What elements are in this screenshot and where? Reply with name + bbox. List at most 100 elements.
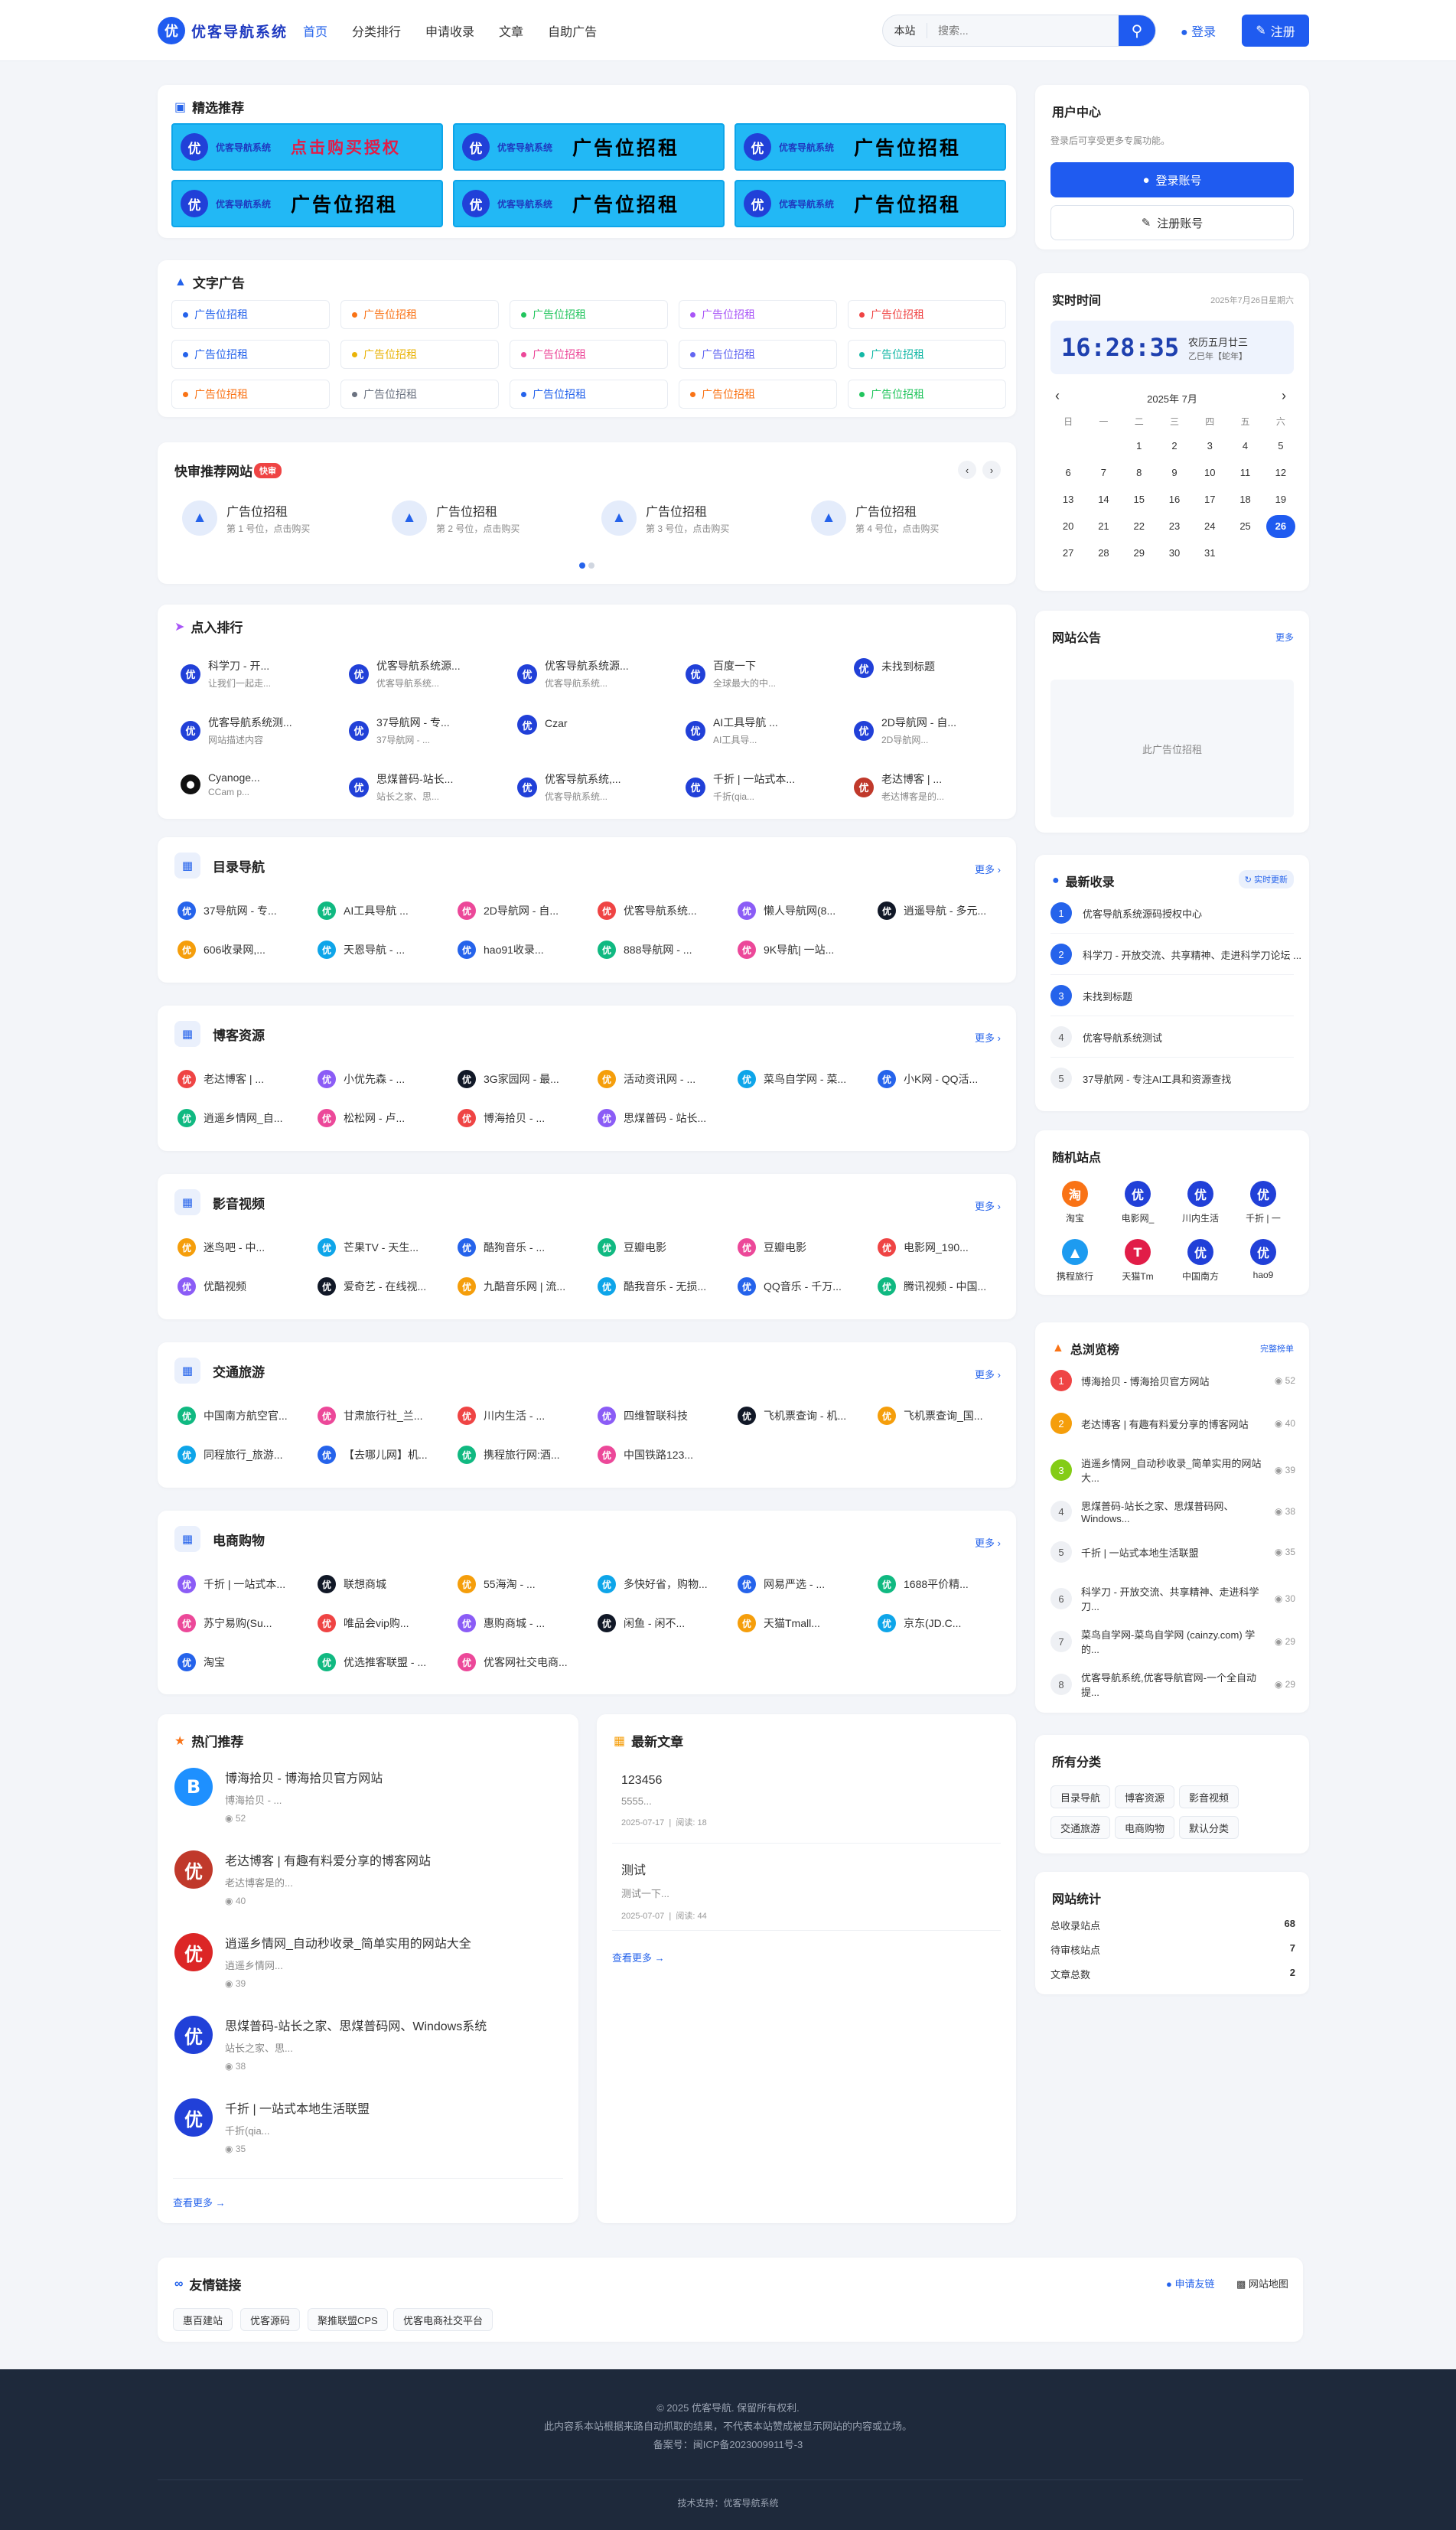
register-account-button[interactable]: ✎ 注册账号 (1050, 205, 1294, 240)
search-input[interactable] (927, 24, 1119, 37)
site-link[interactable]: 优网易严选 - ... (738, 1575, 825, 1593)
random-site[interactable]: 优中国南方 (1178, 1239, 1223, 1283)
text-ad-link[interactable]: 广告位招租 (848, 300, 1006, 329)
site-link[interactable]: 优飞机票查询 - 机... (738, 1407, 846, 1425)
site-link[interactable]: 优 QQ音乐 - 千万... (738, 1277, 842, 1296)
random-site[interactable]: 优 hao9 (1240, 1239, 1286, 1280)
calendar-day[interactable]: 9 (1157, 459, 1192, 486)
calendar-day[interactable]: 24 (1192, 513, 1227, 540)
category-more-link[interactable]: 更多 › (975, 1198, 1001, 1213)
hot-item[interactable]: B 博海拾贝 - 博海拾贝官方网站 博海拾贝 - ... ◉ 52 (174, 1768, 383, 1824)
calendar-day[interactable]: 6 (1050, 459, 1086, 486)
site-link[interactable]: 优博海拾贝 - ... (458, 1109, 545, 1127)
banner-ad[interactable]: 优优客导航系统 广告位招租 (171, 180, 443, 227)
latest-item[interactable]: 2 科学刀 - 开放交流、共享精神、走进科学刀论坛 ... (1050, 944, 1301, 965)
calendar-day[interactable]: 5 (1263, 432, 1298, 459)
ranking-item[interactable]: 优优客导航系统源... 优客导航系统... (517, 658, 674, 690)
footer-icp[interactable]: 备案号：闽ICP备2023009911号-3 (0, 2437, 1456, 2451)
quick-item[interactable]: ▲ 广告位招租第 1 号位，点击购买 (182, 500, 310, 536)
next-arrow-icon[interactable]: › (982, 461, 1001, 479)
site-link[interactable]: 优天猫Tmall... (738, 1614, 820, 1632)
calendar-day[interactable] (1050, 432, 1086, 459)
calendar-day[interactable]: 14 (1086, 486, 1121, 513)
calendar-day[interactable]: 26 (1263, 513, 1298, 540)
site-link[interactable]: 优酷狗音乐 - ... (458, 1238, 545, 1257)
calendar-day[interactable]: 30 (1157, 540, 1192, 566)
text-ad-link[interactable]: 广告位招租 (679, 300, 837, 329)
calendar-day[interactable]: 20 (1050, 513, 1086, 540)
calendar-day[interactable]: 29 (1122, 540, 1157, 566)
friend-link[interactable]: 优客电商社交平台 (393, 2308, 493, 2331)
site-link[interactable]: 优懒人导航网(8... (738, 901, 835, 920)
site-link[interactable]: 优 1688平价精... (878, 1575, 969, 1593)
site-link[interactable]: 优优客网社交电商... (458, 1653, 568, 1671)
site-link[interactable]: 优中国南方航空官... (178, 1407, 288, 1425)
site-link[interactable]: 优芒果TV - 天生... (318, 1238, 419, 1257)
site-link[interactable]: 优 37导航网 - 专... (178, 901, 277, 920)
login-account-button[interactable]: ● 登录账号 (1050, 162, 1294, 197)
site-link[interactable]: 优优选推客联盟 - ... (318, 1653, 426, 1671)
views-item[interactable]: 5 千折 | 一站式本地生活联盟 ◉ 35 (1050, 1541, 1295, 1563)
site-logo[interactable]: 优 优客导航系统 (158, 15, 288, 46)
calendar-day[interactable] (1086, 432, 1121, 459)
site-link[interactable]: 优爱奇艺 - 在线视... (318, 1277, 426, 1296)
site-link[interactable]: 优酷我音乐 - 无损... (598, 1277, 706, 1296)
site-link[interactable]: 优菜鸟自学网 - 菜... (738, 1070, 846, 1088)
ranking-item[interactable]: 优优客导航系统测... 网站描述内容 (181, 715, 337, 746)
site-link[interactable]: 优千折 | 一站式本... (178, 1575, 285, 1593)
banner-ad[interactable]: 优优客导航系统 点击购买授权 (171, 123, 443, 171)
site-link[interactable]: 优 888导航网 - ... (598, 941, 692, 959)
nav-articles[interactable]: 文章 (499, 21, 523, 40)
random-site[interactable]: 优千折 | 一 (1240, 1181, 1286, 1224)
text-ad-link[interactable]: 广告位招租 (171, 380, 330, 409)
site-link[interactable]: 优同程旅行_旅游... (178, 1446, 282, 1464)
login-link[interactable]: ● 登录 (1181, 21, 1216, 40)
site-link[interactable]: 优京东(JD.C... (878, 1614, 961, 1632)
category-more-link[interactable]: 更多 › (975, 862, 1001, 876)
text-ad-link[interactable]: 广告位招租 (171, 340, 330, 369)
banner-ad[interactable]: 优优客导航系统 广告位招租 (735, 123, 1006, 171)
site-link[interactable]: 优四维智联科技 (598, 1407, 688, 1425)
articles-more-link[interactable]: 查看更多 → (612, 1950, 665, 1964)
views-item[interactable]: 2 老达博客 | 有趣有料爱分享的博客网站 ◉ 40 (1050, 1413, 1295, 1434)
nav-home[interactable]: 首页 (303, 21, 327, 40)
site-link[interactable]: 优电影网_190... (878, 1238, 969, 1257)
text-ad-link[interactable]: 广告位招租 (171, 300, 330, 329)
random-site[interactable]: T 天猫Tm (1115, 1239, 1161, 1283)
friend-link[interactable]: 惠百建站 (173, 2308, 233, 2331)
views-item[interactable]: 8 优客导航系统,优客导航官网-一个全自动提... ◉ 29 (1050, 1670, 1295, 1699)
text-ad-link[interactable]: 广告位招租 (340, 300, 499, 329)
hot-item[interactable]: 优千折 | 一站式本地生活联盟 千折(qia... ◉ 35 (174, 2098, 370, 2154)
site-link[interactable]: 优九酷音乐网 | 流... (458, 1277, 565, 1296)
site-link[interactable]: 优携程旅行网:酒... (458, 1446, 560, 1464)
ranking-item[interactable]: 优 AI工具导航 ... AI工具导... (686, 715, 842, 746)
views-item[interactable]: 1 博海拾贝 - 博海拾贝官方网站 ◉ 52 (1050, 1370, 1295, 1391)
views-item[interactable]: 3 逍遥乡情网_自动秒收录_简单实用的网站大... ◉ 39 (1050, 1456, 1295, 1485)
calendar-day[interactable]: 15 (1122, 486, 1157, 513)
nav-ads[interactable]: 自助广告 (548, 21, 597, 40)
calendar-day[interactable]: 3 (1192, 432, 1227, 459)
latest-item[interactable]: 1 优客导航系统源码授权中心 (1050, 902, 1202, 924)
latest-item[interactable]: 4 优客导航系统测试 (1050, 1026, 1162, 1048)
calendar-day[interactable]: 8 (1122, 459, 1157, 486)
calendar-day[interactable]: 10 (1192, 459, 1227, 486)
ranking-item[interactable]: 优 37导航网 - 专... 37导航网 - ... (349, 715, 506, 746)
category-more-link[interactable]: 更多 › (975, 1367, 1001, 1381)
category-tag[interactable]: 影音视频 (1179, 1785, 1239, 1808)
site-link[interactable]: 优苏宁易购(Su... (178, 1614, 272, 1632)
site-link[interactable]: 优 2D导航网 - 自... (458, 901, 559, 920)
ranking-item[interactable]: 优 2D导航网 - 自... 2D导航网... (854, 715, 1011, 746)
site-link[interactable]: 优思煤普码 - 站长... (598, 1109, 706, 1127)
register-button[interactable]: ✎ 注册 (1242, 15, 1309, 47)
site-link[interactable]: 优甘肃旅行社_兰... (318, 1407, 422, 1425)
site-link[interactable]: 优豆瓣电影 (738, 1238, 806, 1257)
calendar-day[interactable]: 31 (1192, 540, 1227, 566)
quick-item[interactable]: ▲ 广告位招租第 2 号位，点击购买 (392, 500, 520, 536)
nav-ranking[interactable]: 分类排行 (352, 21, 401, 40)
calendar-day[interactable]: 19 (1263, 486, 1298, 513)
category-tag[interactable]: 默认分类 (1179, 1816, 1239, 1839)
text-ad-link[interactable]: 广告位招租 (679, 340, 837, 369)
random-site[interactable]: 优川内生活 (1178, 1181, 1223, 1224)
banner-ad[interactable]: 优优客导航系统 广告位招租 (735, 180, 1006, 227)
calendar-day[interactable]: 27 (1050, 540, 1086, 566)
